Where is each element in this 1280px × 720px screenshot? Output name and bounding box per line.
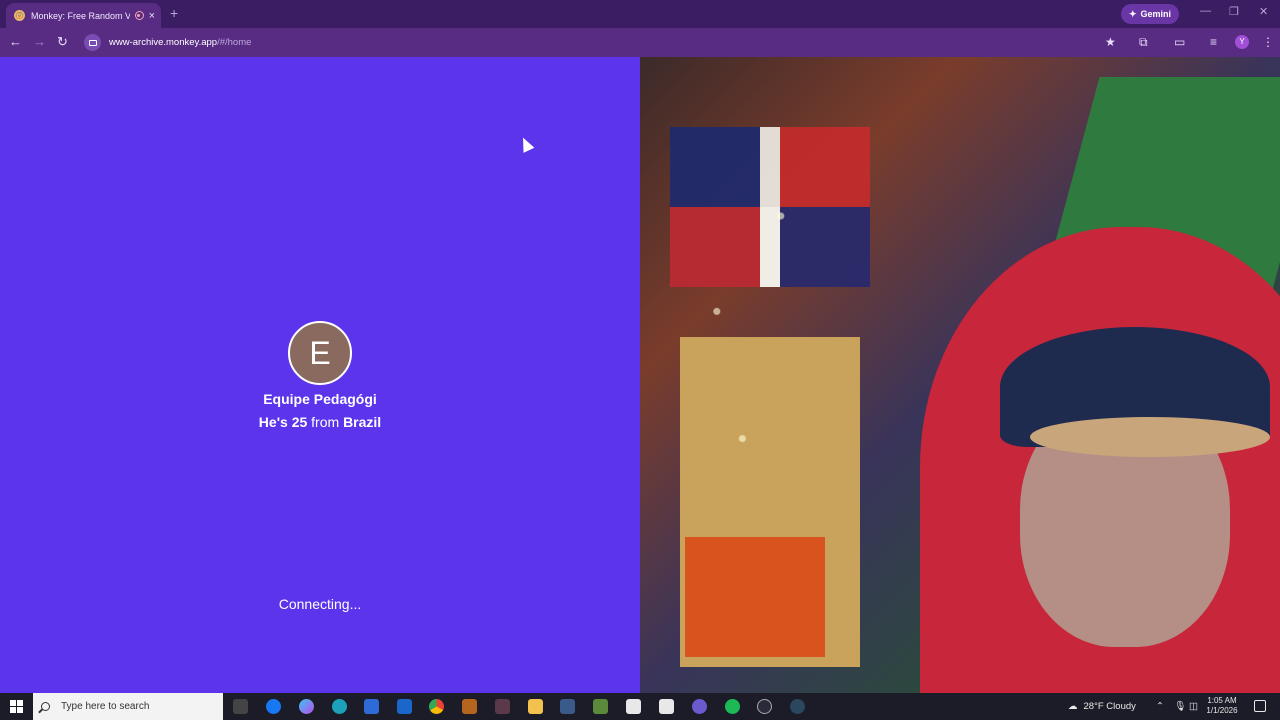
tab-strip: 🐵 Monkey: Free Random Vide × + ✦ Gemini … [0,0,1280,28]
site-info-icon[interactable] [84,34,101,51]
search-placeholder: Type here to search [61,701,150,712]
monkey-favicon-icon: 🐵 [14,10,25,21]
tab-monkey[interactable]: 🐵 Monkey: Free Random Vide × [6,3,161,28]
new-tab-icon[interactable]: + [170,5,178,21]
peer-avatar: E [288,321,352,385]
profile-avatar[interactable]: Y [1235,35,1249,49]
app-icon-dark[interactable] [757,699,772,714]
file-explorer-icon[interactable] [528,699,543,714]
gemini-label: Gemini [1140,9,1172,19]
restore-icon[interactable]: ❐ [1229,5,1239,18]
discord-icon[interactable] [692,699,707,714]
window-close-icon[interactable]: ✕ [1259,5,1268,18]
peer-name: Equipe Pedagógi [263,391,377,407]
media-controls-icon[interactable]: ≡ [1210,35,1217,49]
document-icon-2[interactable] [659,699,674,714]
gemini-button[interactable]: ✦ Gemini [1121,4,1180,24]
menu-icon[interactable]: ⋮ [1262,35,1274,49]
app-icon-blue[interactable] [560,699,575,714]
chrome-icon[interactable] [429,699,444,714]
microphone-icon[interactable]: 🎙 [1174,693,1186,720]
cast-icon[interactable]: ▭ [1174,35,1185,49]
edge-icon[interactable] [332,699,347,714]
steam-icon[interactable] [790,699,805,714]
app-icon-8[interactable] [495,699,510,714]
forward-icon[interactable]: → [33,34,46,50]
tab-title: Monkey: Free Random Vide [31,10,130,21]
recording-indicator-icon [134,11,144,20]
facebook-icon[interactable] [266,699,281,714]
address-bar: ← → ↻ www-archive.monkey.app/#/home ★ ⧉ … [0,28,1280,57]
url-text: www-archive.monkey.app/#/home [109,37,252,48]
app-icon-brown[interactable] [462,699,477,714]
windows-start-icon[interactable] [10,700,23,713]
notification-icon[interactable] [1254,700,1266,712]
task-view-icon[interactable] [233,699,248,714]
sparkle-icon: ✦ [1129,8,1137,19]
minimize-icon[interactable]: — [1200,5,1211,17]
windows-taskbar: Type here to search ☁ 28°F Cloudy ⌃ 🎙 ◫ … [0,693,1280,720]
tab-close-icon[interactable]: × [149,10,155,22]
webcam-video [640,57,1280,693]
back-icon[interactable]: ← [9,34,22,50]
weather-widget[interactable]: ☁ 28°F Cloudy [1068,693,1136,720]
taskbar-search-input[interactable]: Type here to search [33,693,223,720]
string-lights [640,57,1280,693]
reload-icon[interactable]: ↻ [57,34,68,50]
mouse-cursor-icon [517,135,535,153]
weather-text: 28°F Cloudy [1083,701,1136,712]
minecraft-icon[interactable] [593,699,608,714]
store-icon[interactable] [364,699,379,714]
outlook-icon[interactable] [397,699,412,714]
url-field[interactable]: www-archive.monkey.app/#/home [80,31,1130,54]
copilot-icon[interactable] [299,699,314,714]
cloud-icon: ☁ [1068,701,1078,712]
chevron-up-icon[interactable]: ⌃ [1156,693,1164,720]
app-icon-green[interactable] [725,699,740,714]
extensions-icon[interactable]: ⧉ [1139,35,1148,49]
peer-info-panel: E Equipe Pedagógi He's 25 from Brazil Co… [0,57,640,693]
connection-status: Connecting... [278,596,362,612]
bookmark-star-icon[interactable]: ★ [1105,35,1116,49]
taskbar-clock[interactable]: 1:05 AM 1/1/2026 [1200,696,1244,716]
network-icon[interactable]: ◫ [1189,693,1198,720]
document-icon[interactable] [626,699,641,714]
search-icon [41,702,50,711]
peer-details: He's 25 from Brazil [258,414,382,430]
